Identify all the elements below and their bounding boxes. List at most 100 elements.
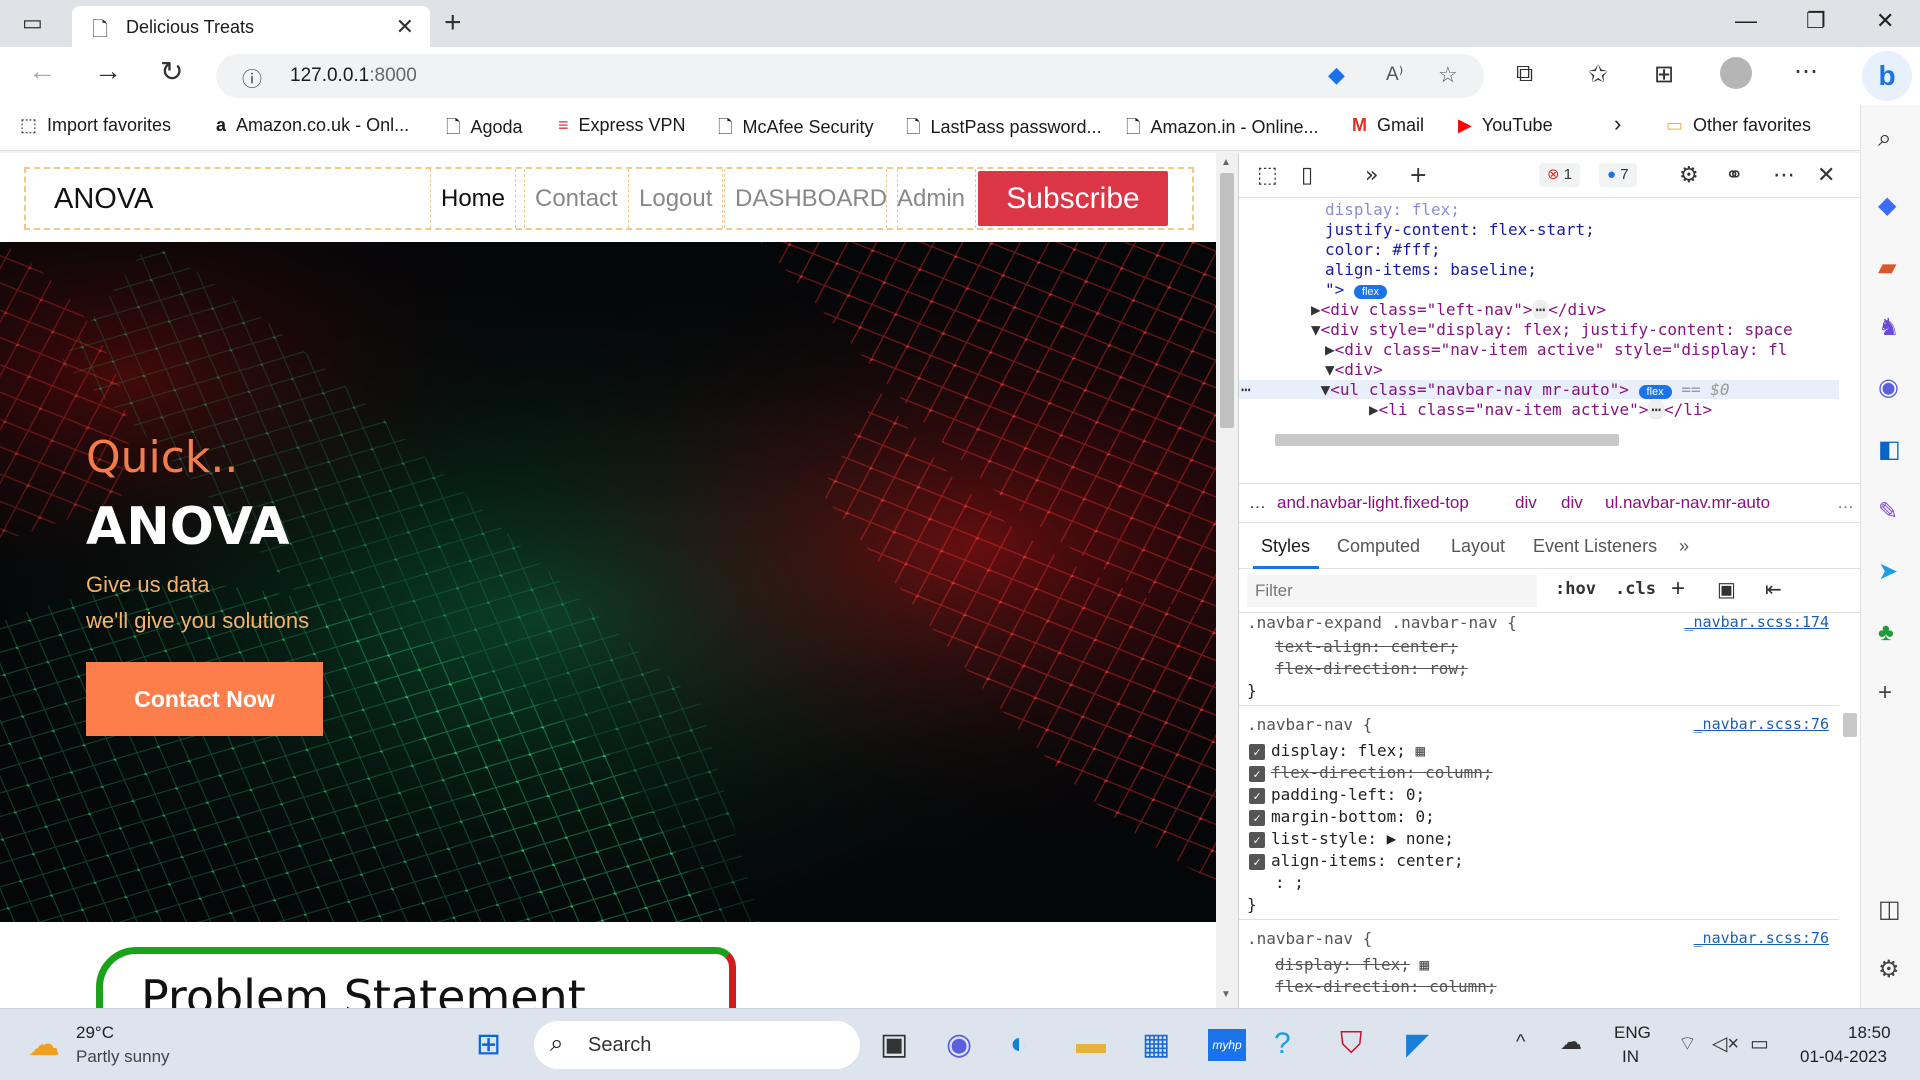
expand-arrow-icon[interactable]: ▶ (1311, 300, 1321, 319)
inspect-element-icon[interactable]: ⬚ (1257, 163, 1278, 188)
rule-prop-row[interactable]: ✓ padding-left: 0; (1249, 785, 1425, 804)
rule-prop-editing[interactable]: : ; (1275, 873, 1304, 892)
myhp-icon[interactable]: myhp (1208, 1029, 1246, 1061)
checkbox-icon[interactable]: ✓ (1249, 743, 1265, 760)
fav-agoda[interactable]: 🗋 Agoda (446, 115, 523, 145)
toggle-sidebar-icon[interactable]: ⇤ (1765, 577, 1782, 602)
crumb-item[interactable]: ul.navbar-nav.mr-auto (1605, 493, 1770, 513)
checkbox-icon[interactable]: ✓ (1249, 831, 1265, 848)
shopping-tag-icon[interactable]: ◆ (1878, 191, 1896, 220)
profile-avatar[interactable] (1720, 57, 1752, 89)
fav-amazon-in[interactable]: 🗋 Amazon.in - Online... (1126, 115, 1319, 145)
rule-prop[interactable]: flex-direction: column; (1275, 977, 1497, 996)
show-hidden-icons-chevron[interactable]: ^ (1516, 1031, 1525, 1054)
rule-prop-row[interactable]: display: flex; ▦ (1275, 955, 1429, 974)
checkbox-icon[interactable]: ✓ (1249, 787, 1265, 804)
flex-badge[interactable]: flex (1353, 285, 1388, 299)
wifi-icon[interactable]: ⌔ (1678, 1031, 1697, 1056)
expand-arrow-icon[interactable]: ▶ (1325, 340, 1335, 359)
flex-badge[interactable]: flex (1638, 385, 1672, 399)
tab-computed[interactable]: Computed (1337, 536, 1420, 557)
paint-brush-icon[interactable]: ▣ (1717, 577, 1736, 602)
language-region[interactable]: IN (1622, 1047, 1639, 1067)
site-info-icon[interactable]: ⓘ (242, 63, 262, 92)
rule-prop-row[interactable]: ✓ list-style: ▶ none; (1249, 829, 1454, 848)
favorites-icon[interactable]: ✩ (1588, 60, 1608, 89)
nav-contact[interactable]: Contact (524, 169, 629, 228)
new-tab-button[interactable]: + (444, 6, 462, 40)
fav-amazon-uk[interactable]: a Amazon.co.uk - Onl... (216, 115, 409, 136)
add-tool-icon[interactable]: + (1409, 163, 1427, 188)
collections-icon[interactable]: ⊞ (1654, 60, 1674, 89)
back-button[interactable]: ← (28, 55, 56, 87)
weather-temp[interactable]: 29°C (76, 1023, 114, 1043)
dom-line[interactable]: ▼<div> (1325, 360, 1383, 379)
rule-source-link[interactable]: _navbar.scss:76 (1694, 929, 1829, 947)
clock-date[interactable]: 01-04-2023 (1800, 1047, 1887, 1067)
site-brand[interactable]: ANOVA (54, 183, 153, 216)
rule-prop-row[interactable]: ✓ margin-bottom: 0; (1249, 807, 1435, 826)
battery-icon[interactable]: ▭ (1750, 1031, 1769, 1056)
rule-prop-row[interactable]: ✓ display: flex; ▦ (1249, 741, 1425, 760)
flex-editor-icon[interactable]: ▦ (1420, 955, 1430, 974)
browser-tab[interactable]: 🗋 Delicious Treats ✕ (72, 6, 430, 47)
rule-prop[interactable]: text-align: center; (1275, 637, 1458, 656)
rule-prop-row[interactable]: ✓ align-items: center; (1249, 851, 1464, 870)
scroll-thumb[interactable] (1220, 173, 1234, 428)
fav-mcafee[interactable]: 🗋 McAfee Security (718, 115, 874, 145)
restore-button[interactable]: ❐ (1806, 8, 1826, 34)
sidebar-settings-icon[interactable]: ⚙ (1878, 955, 1900, 984)
nav-home[interactable]: Home (430, 169, 517, 228)
device-emulation-icon[interactable]: ▯ (1301, 163, 1313, 188)
message-count-badge[interactable]: ● 7 (1599, 163, 1637, 187)
styles-filter-input[interactable]: Filter (1247, 575, 1537, 607)
styles-scroll-thumb[interactable] (1843, 713, 1857, 737)
outlook-icon[interactable]: ◧ (1878, 435, 1901, 464)
microsoft365-icon[interactable]: ◉ (1878, 373, 1899, 402)
crumb-item[interactable]: div (1561, 493, 1583, 513)
designer-icon[interactable]: ✎ (1878, 497, 1898, 526)
collapse-arrow-icon[interactable]: ▼ (1311, 320, 1321, 339)
scroll-up-arrow[interactable]: ▲ (1221, 157, 1231, 168)
edge-icon[interactable]: ◐ (1010, 1027, 1028, 1061)
checkbox-icon[interactable]: ✓ (1249, 853, 1265, 870)
read-aloud-icon[interactable]: A⁾ (1386, 63, 1403, 86)
rule-prop-row[interactable]: ✓ flex-direction: column; (1249, 763, 1493, 782)
refresh-button[interactable]: ↻ (160, 55, 183, 88)
dom-line[interactable]: ▼<div style="display: flex; justify-cont… (1311, 320, 1793, 339)
fav-youtube[interactable]: ▶ YouTube (1458, 115, 1553, 136)
help-icon[interactable]: ? (1274, 1027, 1291, 1061)
tab-close-button[interactable]: ✕ (396, 14, 414, 40)
tab-layout[interactable]: Layout (1451, 536, 1505, 557)
send-icon[interactable]: ➤ (1878, 557, 1898, 586)
volume-muted-icon[interactable]: ◁× (1712, 1031, 1739, 1056)
dom-hscroll-thumb[interactable] (1275, 434, 1619, 446)
devtools-close-icon[interactable]: ✕ (1817, 163, 1835, 188)
crumb-item[interactable]: and.navbar-light.fixed-top (1277, 493, 1469, 513)
rule-selector[interactable]: .navbar-nav { (1247, 715, 1372, 734)
nav-admin[interactable]: Admin (886, 169, 977, 228)
windows-start-icon[interactable]: ⊞ (476, 1027, 501, 1062)
fav-expressvpn[interactable]: ≡ Express VPN (558, 115, 686, 136)
file-explorer-icon[interactable]: ▬ (1076, 1027, 1106, 1061)
favorites-overflow-chevron[interactable]: › (1614, 111, 1621, 137)
collapse-arrow-icon[interactable]: ▼ (1321, 380, 1331, 399)
hov-toggle[interactable]: :hov (1555, 579, 1596, 599)
rule-selector[interactable]: .navbar-expand .navbar-nav { (1247, 613, 1517, 632)
mcafee-icon[interactable]: ⛉ (1340, 1027, 1363, 1061)
rule-source-link[interactable]: _navbar.scss:76 (1694, 715, 1829, 733)
vscode-icon[interactable]: ◤ (1406, 1027, 1429, 1062)
expand-arrow-icon[interactable]: ▶ (1369, 400, 1379, 419)
weather-desc[interactable]: Partly sunny (76, 1047, 170, 1067)
chat-icon[interactable]: ◉ (946, 1027, 972, 1062)
url-field[interactable]: ⓘ 127.0.0.1:8000 ◆ A⁾ ☆ (216, 54, 1484, 98)
crumb-item[interactable]: div (1515, 493, 1537, 513)
nav-logout[interactable]: Logout (628, 169, 724, 228)
extensions-icon[interactable]: ⧉ (1516, 60, 1533, 88)
tools-icon[interactable]: ▰ (1878, 253, 1896, 282)
store-icon[interactable]: ▦ (1142, 1027, 1170, 1062)
taskbar-search[interactable]: ⌕ Search (534, 1021, 860, 1069)
fav-other[interactable]: ▭ Other favorites (1666, 115, 1811, 136)
weather-icon[interactable]: ☁ (28, 1025, 60, 1063)
minimize-button[interactable]: — (1735, 8, 1757, 34)
